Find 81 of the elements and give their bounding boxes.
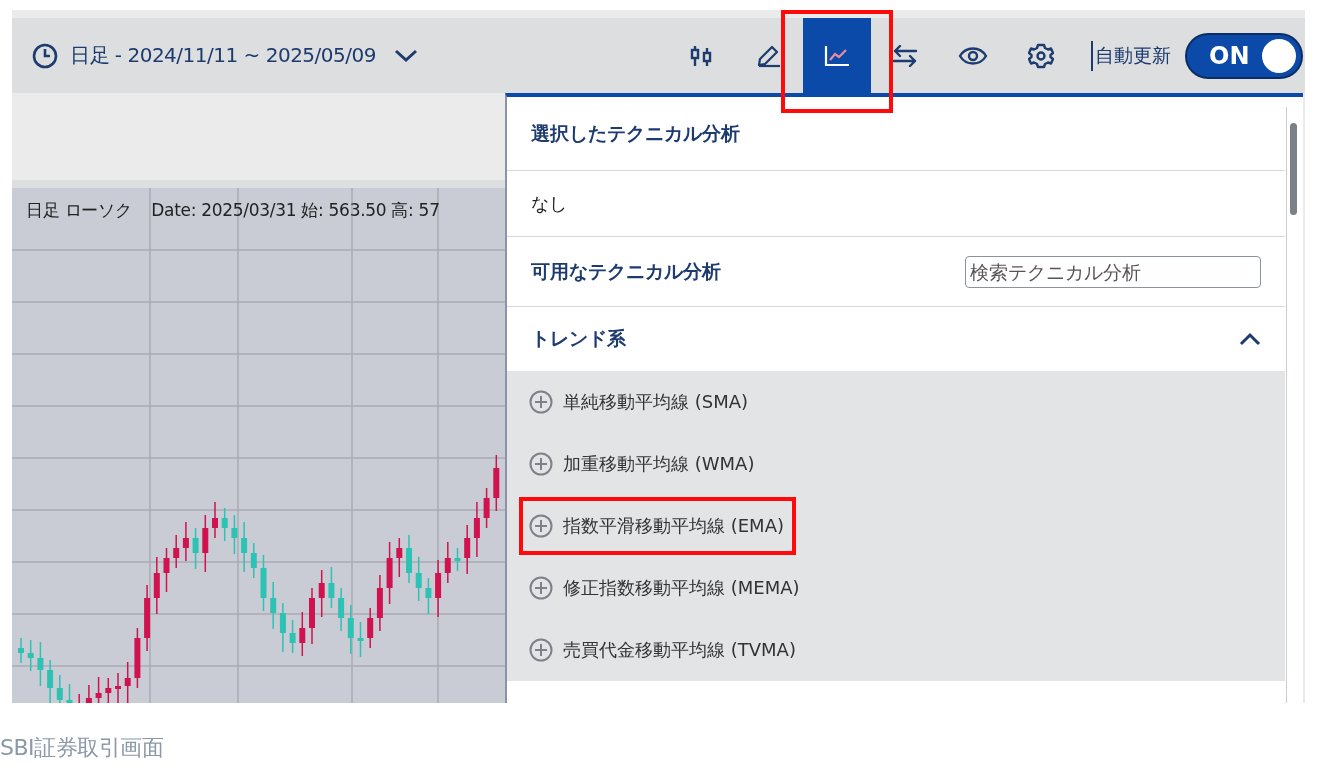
candle — [367, 607, 374, 649]
chevron-up-icon[interactable] — [1239, 332, 1261, 346]
section-heading: 選択したテクニカル分析 — [531, 120, 740, 146]
auto-update-toggle[interactable]: ON — [1185, 32, 1303, 79]
candle — [318, 569, 325, 618]
candle — [115, 672, 121, 703]
group-heading[interactable]: トレンド系 — [531, 326, 626, 352]
pencil-icon — [756, 43, 782, 68]
analysis-item[interactable]: 売買代金移動平均線 (TVMA) — [529, 638, 796, 662]
candle — [386, 541, 393, 605]
candle — [270, 581, 277, 630]
add-icon — [529, 390, 553, 414]
section-heading: 可用なテクニカル分析 — [531, 258, 721, 284]
candle — [173, 534, 180, 569]
candle — [260, 554, 267, 612]
candle — [231, 514, 238, 555]
candle — [56, 674, 63, 703]
toolbar-button[interactable] — [803, 18, 871, 93]
candle — [192, 527, 199, 570]
chart-type-label: 日足 ローソク — [26, 199, 132, 222]
analysis-item[interactable]: 加重移動平均線 (WMA) — [529, 452, 755, 476]
candle — [357, 621, 364, 658]
eye-icon — [958, 44, 988, 67]
candle — [66, 683, 73, 703]
candle — [47, 659, 54, 703]
search-field[interactable]: 検索テクニカル分析 — [965, 255, 1261, 288]
add-icon — [529, 514, 553, 538]
candle — [435, 559, 442, 618]
candle — [406, 534, 412, 584]
candle — [464, 524, 471, 575]
candle — [144, 584, 151, 652]
add-icon — [529, 638, 553, 662]
add-icon — [529, 576, 553, 600]
candle — [415, 556, 422, 602]
candle — [182, 521, 189, 562]
candle — [425, 577, 432, 615]
candle — [95, 676, 102, 703]
candle — [153, 556, 160, 615]
selected-analysis: なし — [531, 191, 567, 216]
chevron-down-icon — [393, 48, 418, 63]
candle — [85, 684, 92, 703]
analysis-item[interactable]: 指数平滑移動平均線 (EMA) — [529, 514, 784, 538]
analysis-item[interactable]: 修正指数移動平均線 (MEMA) — [529, 576, 800, 600]
candle — [163, 547, 170, 593]
candle — [241, 521, 248, 573]
candle — [134, 627, 141, 689]
period-selector[interactable]: 日足 - 2024/11/11 ~ 2025/05/09 — [32, 42, 418, 69]
candle — [105, 677, 112, 703]
candle — [376, 574, 383, 632]
candle — [444, 541, 451, 584]
swap-arrows-icon — [891, 43, 919, 68]
candle — [37, 641, 44, 687]
candle — [493, 454, 500, 512]
image-caption: SBI証券取引画面 — [0, 735, 164, 760]
candle — [250, 542, 257, 579]
candles-icon — [688, 44, 714, 67]
candle — [454, 547, 461, 572]
line-chart-icon — [823, 43, 851, 68]
clock-icon — [32, 42, 58, 69]
candle — [279, 602, 286, 653]
candle — [396, 537, 403, 578]
candle — [124, 661, 131, 703]
candle — [483, 487, 490, 529]
candle — [338, 587, 345, 632]
price-info: Date: 2025/03/31 始: 563.50 高: 57 — [151, 199, 440, 222]
candle — [309, 587, 315, 645]
candle — [328, 566, 335, 609]
candle — [202, 514, 209, 573]
candle — [289, 619, 296, 654]
candle — [299, 611, 306, 657]
candle — [473, 501, 480, 558]
candle — [347, 604, 354, 655]
add-icon — [529, 452, 553, 476]
auto-update-label: 自動更新 — [1091, 40, 1171, 71]
candle — [27, 639, 34, 672]
settings-icon — [1028, 42, 1054, 69]
candle — [212, 501, 218, 539]
analysis-item[interactable]: 単純移動平均線 (SMA) — [529, 390, 749, 414]
candle — [18, 637, 24, 664]
candle — [221, 507, 228, 542]
scrollbar[interactable] — [1286, 107, 1299, 703]
